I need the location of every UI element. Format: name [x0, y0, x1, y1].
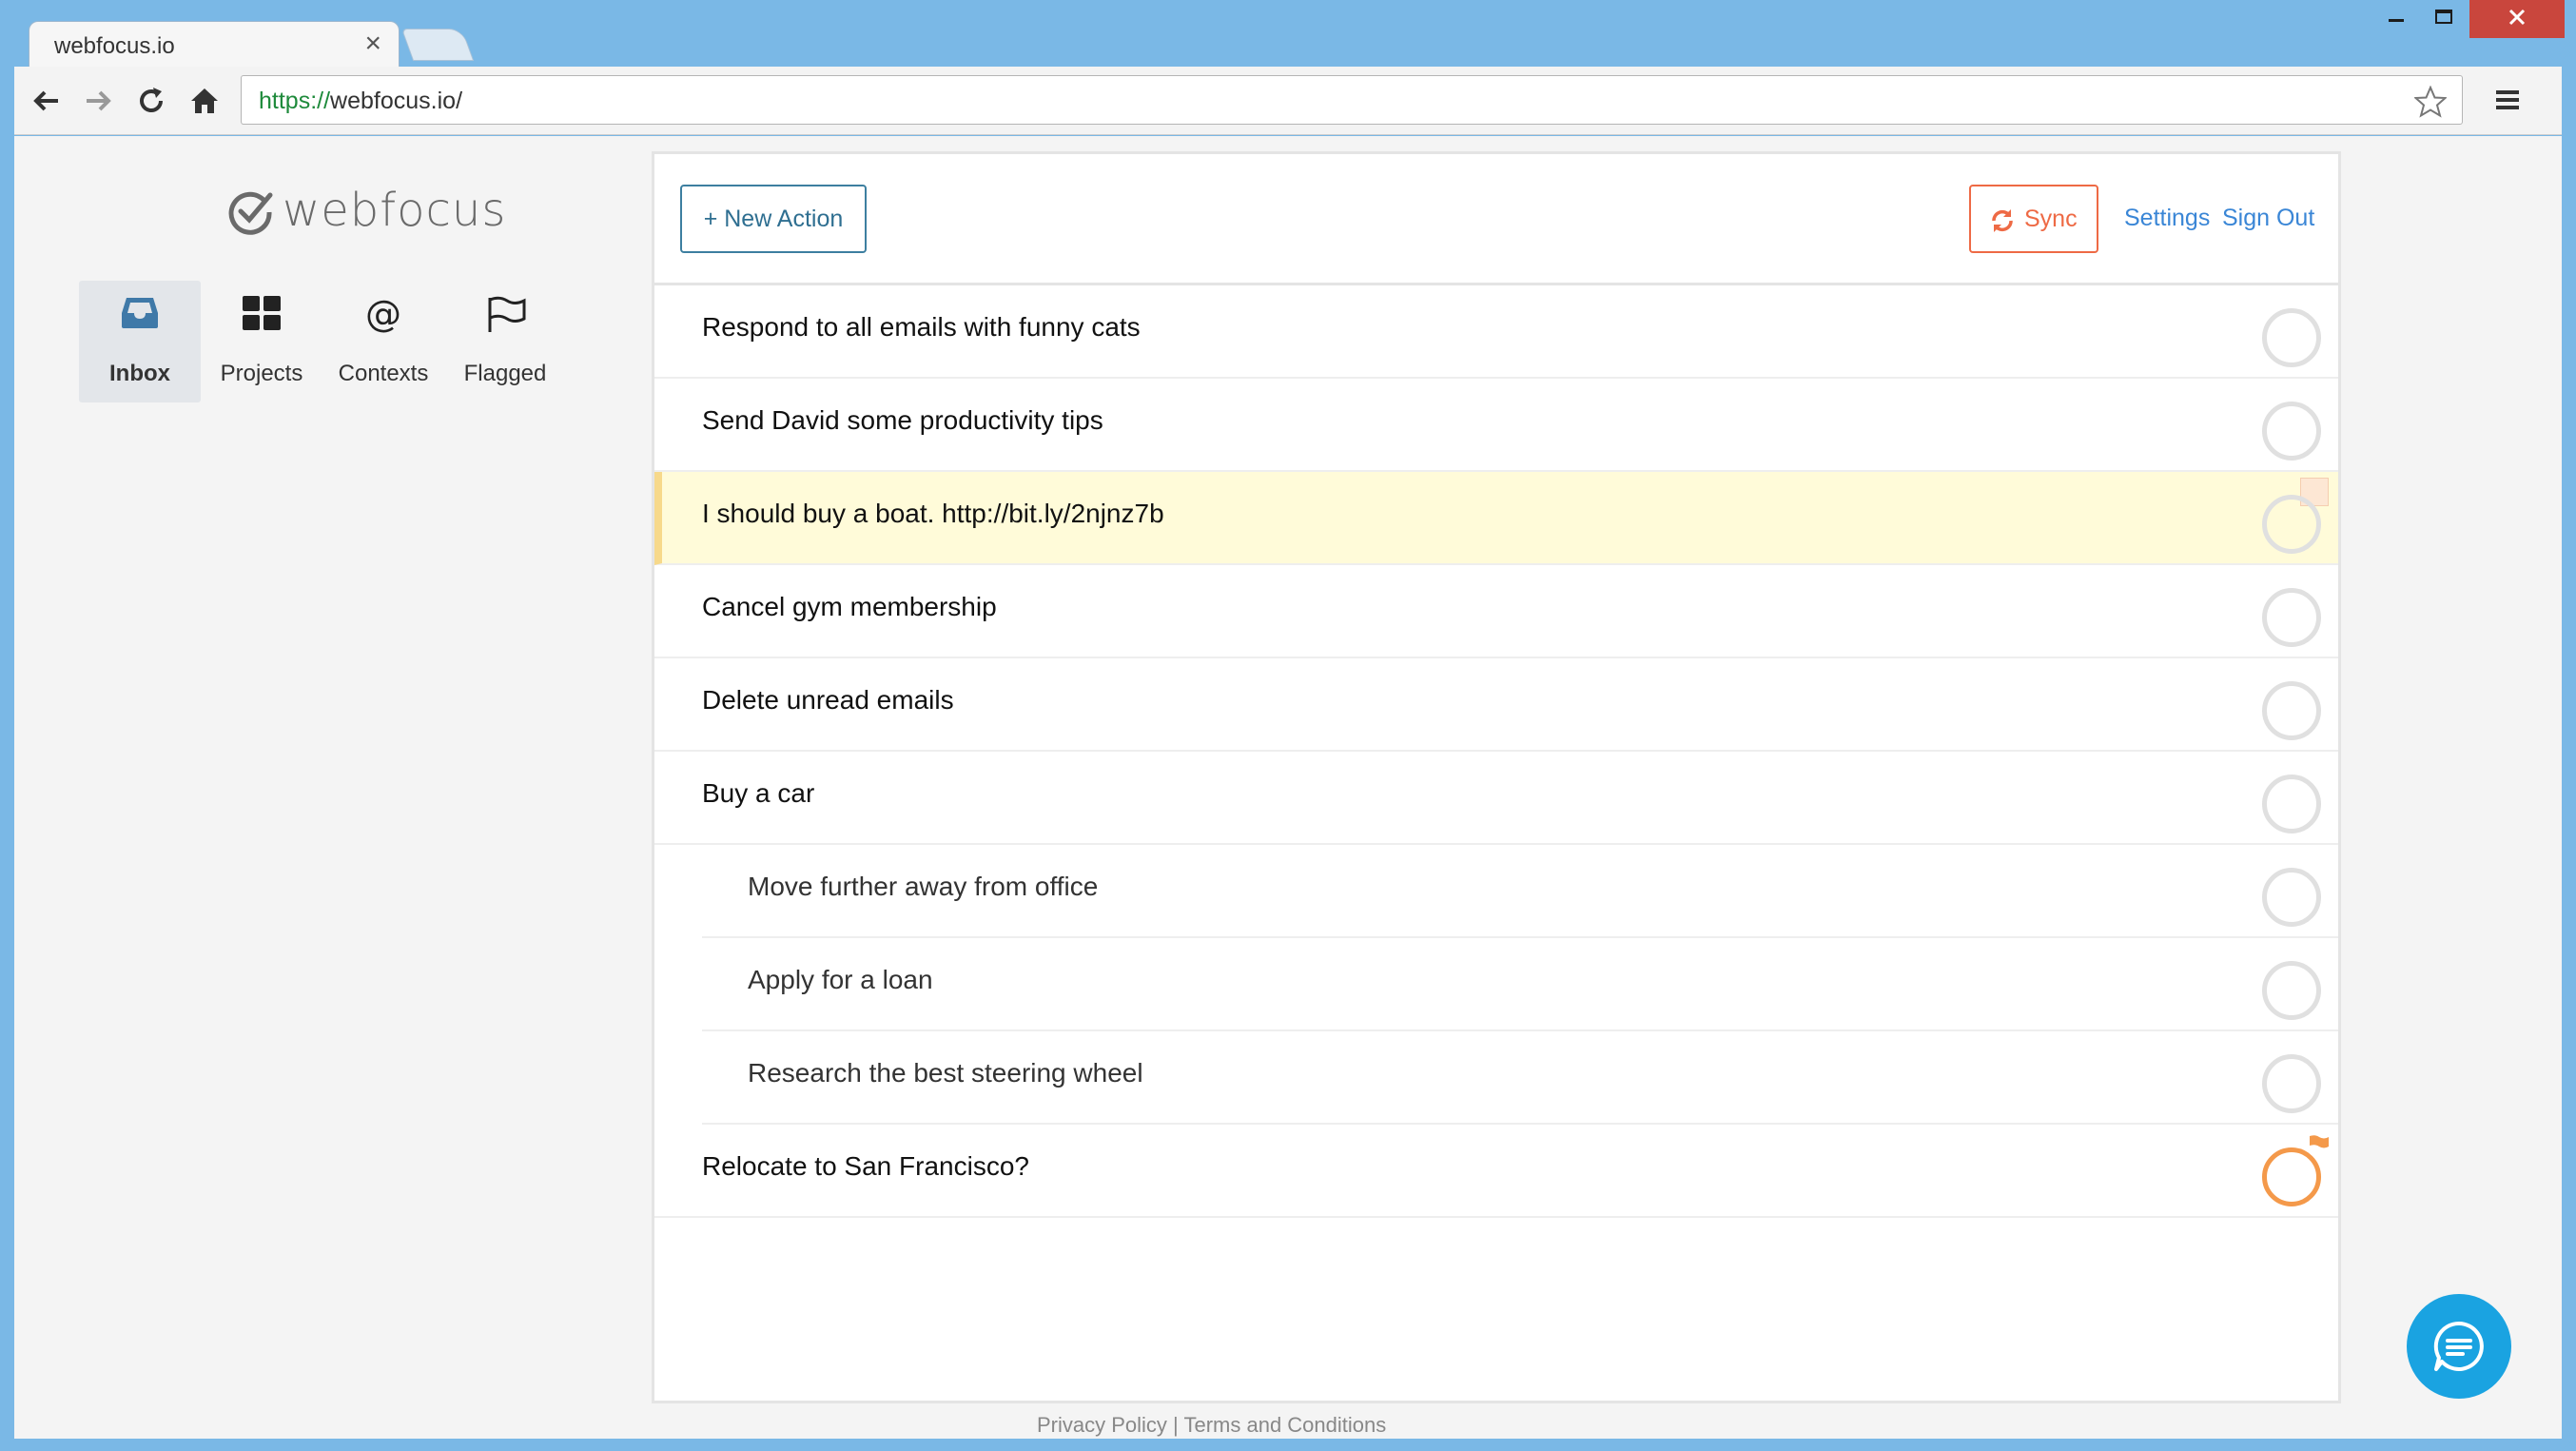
new-tab-button[interactable] [400, 29, 475, 61]
subtask-row[interactable]: Apply for a loan [702, 938, 2338, 1031]
task-text[interactable]: Delete unread emails [702, 685, 954, 716]
maximize-icon [2435, 10, 2452, 24]
nav-label-inbox: Inbox [109, 361, 170, 386]
app-logo-text: webfocus [283, 184, 507, 237]
nav-item-projects[interactable]: Projects [201, 281, 322, 402]
maximize-button[interactable] [2416, 0, 2471, 38]
task-row[interactable]: Cancel gym membership [654, 565, 2338, 658]
browser-titlebar: webfocus.io × [0, 0, 2576, 69]
task-text[interactable]: Apply for a loan [748, 965, 933, 995]
browser-menu-icon[interactable] [2493, 86, 2522, 114]
task-text[interactable]: Buy a car [702, 778, 814, 809]
task-text[interactable]: Research the best steering wheel [748, 1058, 1143, 1088]
back-button[interactable] [29, 84, 64, 118]
grid-icon [243, 296, 281, 330]
address-bar[interactable]: https://webfocus.io/ [241, 75, 2463, 125]
task-text[interactable]: Move further away from office [748, 872, 1098, 902]
complete-checkbox[interactable] [2262, 1054, 2321, 1113]
browser-tab[interactable]: webfocus.io × [29, 21, 400, 69]
complete-checkbox[interactable] [2262, 308, 2321, 367]
tab-title: webfocus.io [54, 33, 175, 59]
complete-checkbox[interactable] [2262, 868, 2321, 927]
browser-toolbar: https://webfocus.io/ [14, 67, 2562, 135]
footer-separator: | [1166, 1413, 1184, 1437]
url-text: https://webfocus.io/ [259, 88, 463, 114]
logo-check-icon [228, 191, 273, 235]
tab-close-icon[interactable]: × [364, 29, 381, 58]
inbox-icon [122, 298, 158, 328]
task-row[interactable]: Respond to all emails with funny cats [654, 285, 2338, 379]
terms-link[interactable]: Terms and Conditions [1183, 1413, 1386, 1437]
nav-item-inbox[interactable]: Inbox [79, 281, 201, 402]
subtask-row[interactable]: Move further away from office [702, 845, 2338, 938]
sign-out-link[interactable]: Sign Out [2222, 205, 2314, 232]
sync-icon [1992, 209, 2013, 232]
complete-checkbox[interactable] [2262, 588, 2321, 647]
sync-button[interactable]: Sync [1969, 185, 2098, 253]
complete-checkbox[interactable] [2262, 961, 2321, 1020]
task-row-flagged[interactable]: Relocate to San Francisco? [654, 1125, 2338, 1218]
chat-widget-button[interactable] [2407, 1294, 2511, 1399]
minimize-icon [2389, 19, 2404, 22]
arrow-right-icon [87, 90, 111, 111]
flag-marker-icon[interactable] [2308, 1134, 2331, 1153]
footer-links: Privacy Policy | Terms and Conditions [1037, 1413, 1386, 1438]
sync-label: Sync [2024, 206, 2078, 232]
complete-checkbox[interactable] [2262, 1147, 2321, 1206]
complete-checkbox[interactable] [2262, 681, 2321, 740]
bookmark-star-icon[interactable] [2414, 86, 2447, 118]
arrow-left-icon [33, 90, 58, 111]
svg-text:@: @ [365, 296, 401, 334]
complete-checkbox[interactable] [2262, 402, 2321, 461]
window-close-icon [2508, 9, 2526, 26]
flag-icon [488, 296, 526, 332]
reload-button[interactable] [134, 84, 168, 118]
home-icon [191, 88, 218, 113]
reload-icon [140, 88, 163, 112]
task-row[interactable]: Buy a car [654, 752, 2338, 845]
complete-checkbox[interactable] [2262, 775, 2321, 833]
new-action-button[interactable]: + New Action [680, 185, 867, 253]
chat-bubble-icon [2433, 1321, 2484, 1371]
task-text[interactable]: I should buy a boat. http://bit.ly/2njnz… [702, 499, 1164, 529]
panel-header: + New Action Sync Settings Sign Out [654, 154, 2338, 285]
page-viewport: webfocus Inbox Projects @ Contexts Flagg… [14, 136, 2562, 1439]
settings-link[interactable]: Settings [2124, 205, 2210, 232]
nav-item-flagged[interactable]: Flagged [444, 281, 566, 402]
task-text[interactable]: Respond to all emails with funny cats [702, 312, 1141, 343]
task-row[interactable]: Send David some productivity tips [654, 379, 2338, 472]
privacy-policy-link[interactable]: Privacy Policy [1037, 1413, 1167, 1437]
nav-item-contexts[interactable]: @ Contexts [322, 281, 444, 402]
task-text[interactable]: Cancel gym membership [702, 592, 997, 622]
task-row-highlighted[interactable]: I should buy a boat. http://bit.ly/2njnz… [654, 472, 2338, 565]
subtask-row[interactable]: Research the best steering wheel [702, 1031, 2338, 1125]
window-close-button[interactable] [2469, 0, 2565, 38]
task-text[interactable]: Relocate to San Francisco? [702, 1151, 1029, 1182]
forward-button[interactable] [81, 84, 115, 118]
home-button[interactable] [187, 84, 222, 118]
complete-checkbox[interactable] [2262, 495, 2321, 554]
nav-label-contexts: Contexts [338, 361, 429, 386]
task-text[interactable]: Send David some productivity tips [702, 405, 1103, 436]
nav-label-projects: Projects [220, 361, 303, 386]
task-row[interactable]: Delete unread emails [654, 658, 2338, 752]
actions-panel: + New Action Sync Settings Sign Out Resp… [652, 151, 2341, 1403]
nav-label-flagged: Flagged [463, 361, 547, 386]
at-icon: @ [365, 296, 401, 334]
